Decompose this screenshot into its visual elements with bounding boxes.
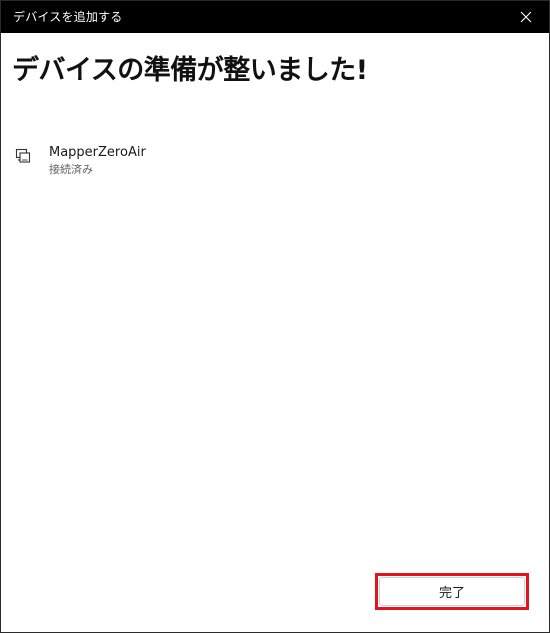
device-status: 接続済み [49, 163, 93, 176]
device-item: MapperZeroAir 接続済み [13, 141, 313, 185]
device-name: MapperZeroAir [49, 145, 146, 160]
done-button[interactable]: 完了 [379, 577, 525, 606]
add-device-dialog: デバイスを追加する デバイスの準備が整いました! MapperZeroAir 接… [0, 0, 550, 633]
device-icon [15, 148, 31, 163]
close-button[interactable] [503, 1, 549, 33]
close-icon [520, 11, 532, 23]
window-title: デバイスを追加する [13, 10, 123, 24]
title-bar: デバイスを追加する [1, 1, 549, 33]
page-title: デバイスの準備が整いました! [12, 55, 368, 86]
